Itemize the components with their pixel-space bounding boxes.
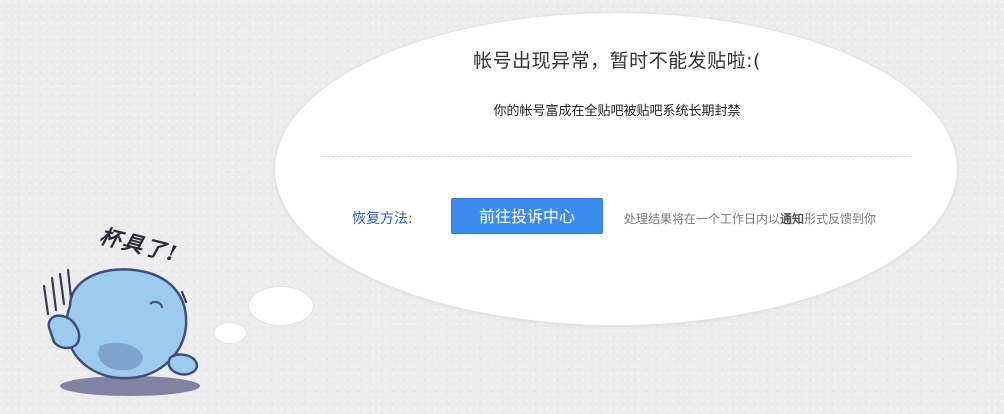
appeal-center-button[interactable]: 前往投诉中心 [451, 198, 603, 234]
processing-note: 处理结果将在一个工作日内以通知形式反馈到你 [624, 210, 876, 227]
bubble-tail-large [248, 286, 314, 326]
processing-note-text-start: 处理结果将在一个工作日内以 [624, 212, 781, 226]
ban-message: 你的帐号富成在全贴吧被贴吧系统长期封禁 [493, 104, 741, 119]
processing-note-text-end: 形式反馈到你 [804, 212, 877, 226]
processing-note-emphasis: 通知 [780, 212, 805, 226]
recovery-label: 恢复方法: [352, 211, 413, 227]
error-title: 帐号出现异常，暂时不能发贴啦:( [473, 50, 761, 72]
dashed-divider [322, 156, 912, 157]
